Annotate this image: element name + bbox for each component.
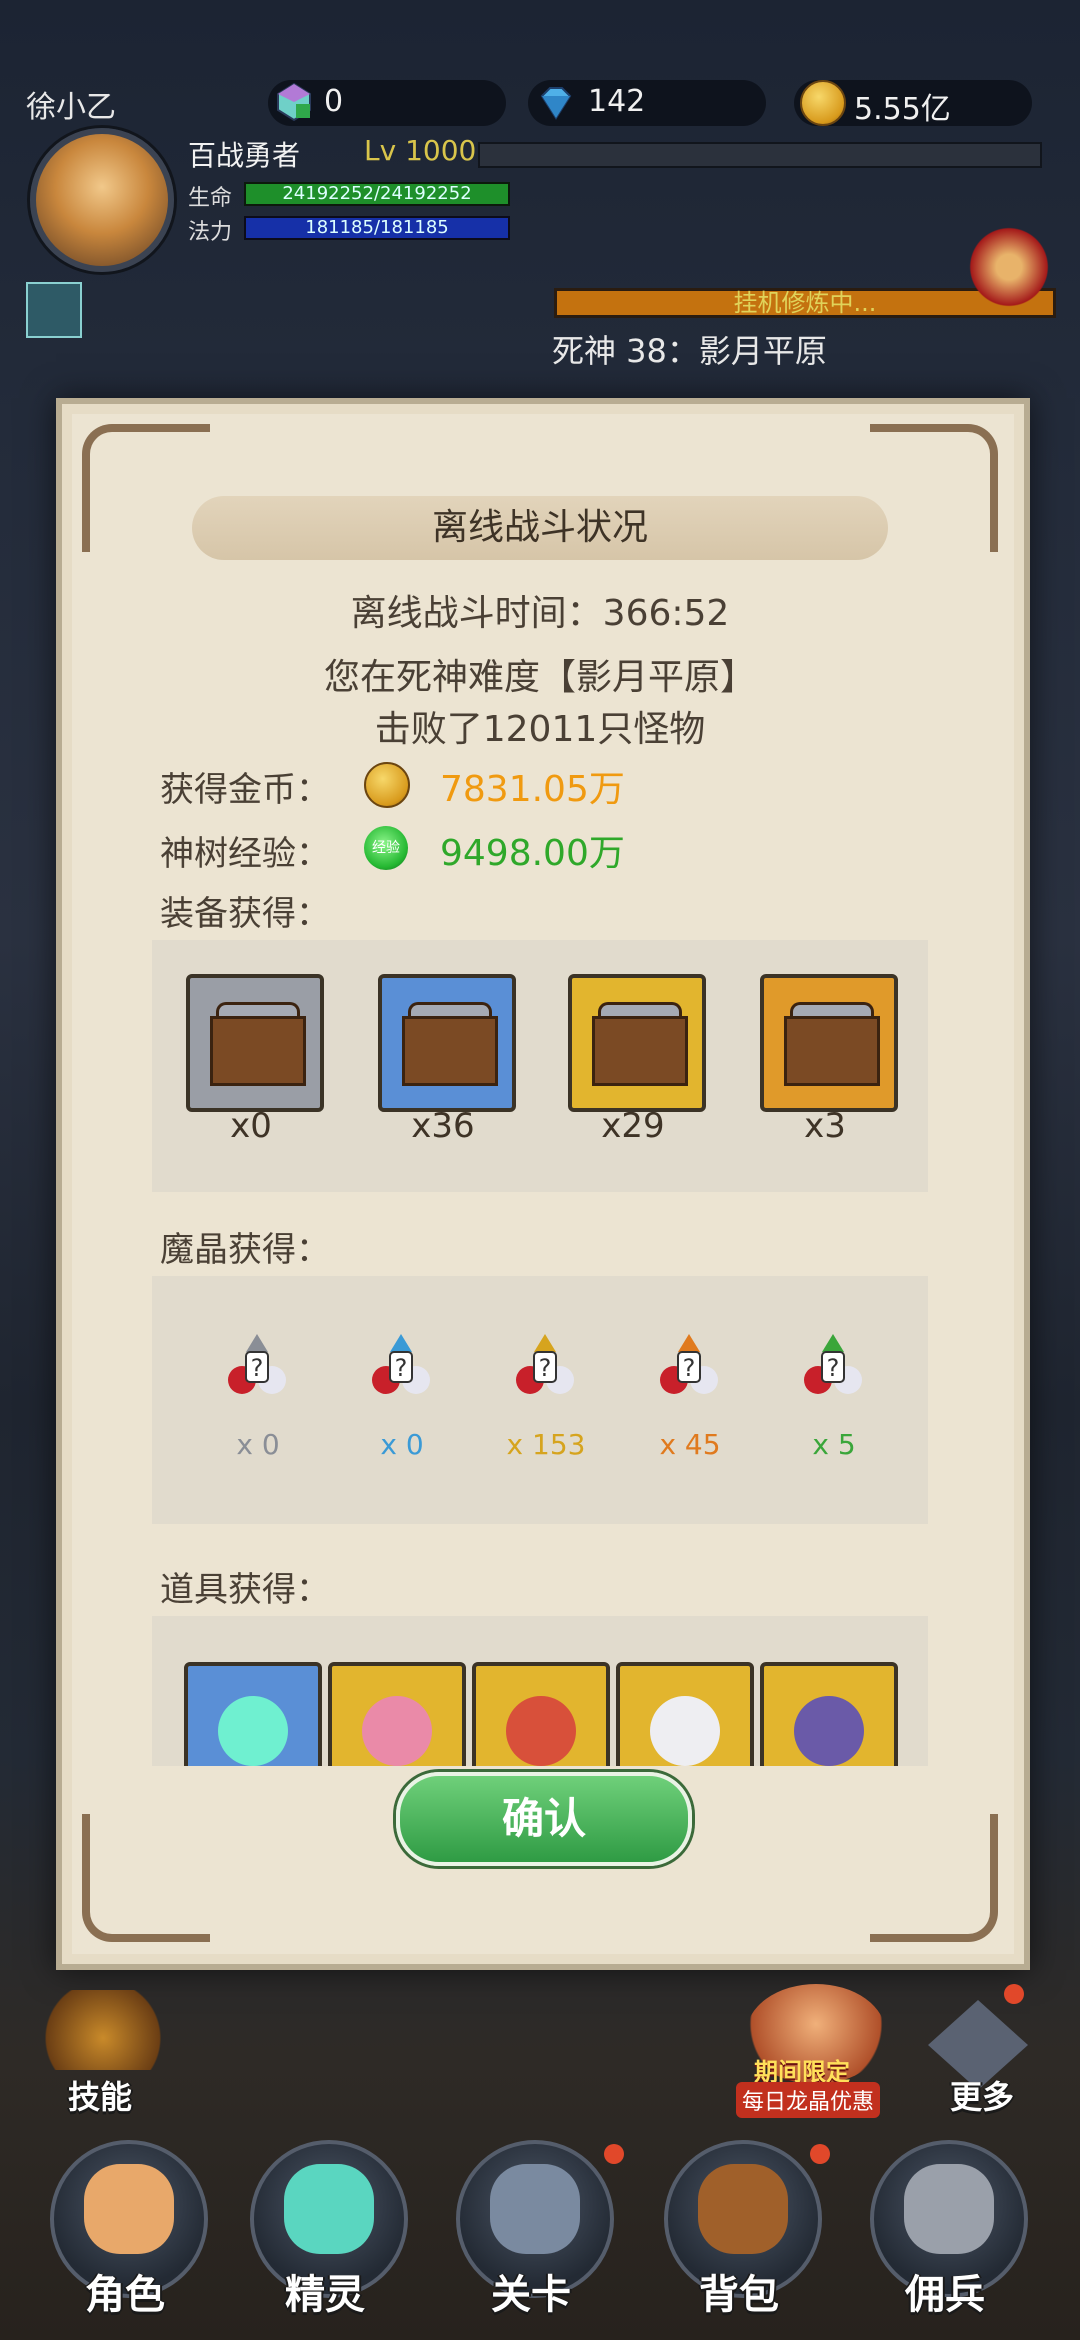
- ornament-corner: [82, 1814, 210, 1942]
- item-panel[interactable]: [152, 1616, 928, 1766]
- crystal-label: 魔晶获得：: [160, 1230, 330, 1270]
- gold-currency[interactable]: 5.55亿: [794, 80, 1032, 127]
- equipment-count: x3: [804, 1106, 846, 1146]
- ornament-corner: [870, 1814, 998, 1942]
- equipment-chest-icon[interactable]: [760, 974, 898, 1112]
- equipment-chest-icon[interactable]: [568, 974, 706, 1112]
- hp-label: 生命: [188, 186, 233, 211]
- more-button-label[interactable]: 更多: [950, 2072, 1014, 2118]
- red-swirl-icon[interactable]: [472, 1662, 610, 1766]
- confirm-button[interactable]: 确认: [396, 1772, 692, 1866]
- level-progress-bar: [478, 142, 1042, 168]
- crystal-icon: [277, 82, 311, 122]
- notification-dot: [604, 2144, 624, 2164]
- equipment-chest-icon[interactable]: [378, 974, 516, 1112]
- exp-reward: 9498.00万: [440, 833, 625, 874]
- nav-spirit-label[interactable]: 精灵: [285, 2262, 365, 2320]
- svg-text:?: ?: [683, 1354, 696, 1382]
- offline-time: 离线战斗时间：366:52: [350, 593, 730, 634]
- notification-dot: [1004, 1984, 1024, 2004]
- magic-crystal-icon[interactable]: ?: [222, 1330, 292, 1400]
- equip-label: 装备获得：: [160, 894, 330, 934]
- ornament-corner: [82, 424, 210, 552]
- notification-dot: [810, 2144, 830, 2164]
- magic-crystal-icon[interactable]: ?: [510, 1330, 580, 1400]
- gold-coin-icon: [800, 80, 846, 126]
- crystal-count: x 0: [380, 1428, 424, 1461]
- crystal-count: x 0: [236, 1428, 280, 1461]
- stage-gate-icon: [490, 2164, 580, 2254]
- diamond-value: 142: [588, 84, 646, 119]
- player-level: Lv 1000: [364, 134, 477, 167]
- hero-sprite: [964, 222, 1054, 312]
- nav-character-label[interactable]: 角色: [85, 2262, 165, 2320]
- promo-line2[interactable]: 每日龙晶优惠: [736, 2082, 881, 2118]
- crystal-panel: [152, 1276, 928, 1524]
- svg-text:?: ?: [251, 1354, 264, 1382]
- skill-book-icon[interactable]: [38, 1990, 168, 2070]
- stage-name: 死神 38：影月平原: [552, 332, 827, 370]
- purple-horn-icon[interactable]: [760, 1662, 898, 1766]
- player-title: 百战勇者: [188, 139, 301, 172]
- mp-label: 法力: [188, 220, 233, 245]
- hero-face-icon: [84, 2164, 174, 2254]
- magic-crystal-icon[interactable]: ?: [654, 1330, 724, 1400]
- crystal-count: x 5: [812, 1428, 856, 1461]
- hp-bar: 24192252/24192252: [244, 182, 510, 206]
- svg-text:?: ?: [539, 1354, 552, 1382]
- dialog-title: 离线战斗状况: [192, 496, 888, 560]
- player-name: 徐小乙: [26, 90, 116, 125]
- crystal-count: x 45: [659, 1428, 721, 1461]
- svg-text:?: ?: [827, 1354, 840, 1382]
- gold-label: 获得金币：: [160, 770, 330, 810]
- nav-backpack-label[interactable]: 背包: [699, 2262, 779, 2320]
- gold-coin-icon: [364, 762, 410, 808]
- difficulty-text: 您在死神难度【影月平原】: [323, 657, 756, 698]
- mp-bar: 181185/181185: [244, 216, 510, 240]
- nav-mercenary-label[interactable]: 佣兵: [905, 2262, 985, 2320]
- player-avatar[interactable]: [30, 128, 174, 272]
- magic-crystal-icon[interactable]: ?: [798, 1330, 868, 1400]
- equipment-count: x29: [601, 1106, 665, 1146]
- spirit-blob-icon: [284, 2164, 374, 2254]
- white-orb-icon[interactable]: [616, 1662, 754, 1766]
- exp-label: 神树经验：: [160, 834, 330, 874]
- equipment-count: x0: [230, 1106, 272, 1146]
- nav-stage-label[interactable]: 关卡: [491, 2262, 571, 2320]
- gold-reward: 7831.05万: [440, 769, 625, 810]
- knight-helmet-icon: [904, 2164, 994, 2254]
- crystal-count: x 153: [506, 1428, 586, 1461]
- green-flame-flower-icon[interactable]: [184, 1662, 322, 1766]
- gold-value: 5.55亿: [854, 92, 951, 127]
- crystal-value: 0: [324, 84, 344, 119]
- item-label: 道具获得：: [160, 1570, 330, 1610]
- magic-crystal-icon[interactable]: ?: [366, 1330, 436, 1400]
- ornament-corner: [870, 424, 998, 552]
- equipment-chest-icon[interactable]: [186, 974, 324, 1112]
- equipment-count: x36: [411, 1106, 475, 1146]
- diamond-icon: [540, 87, 572, 120]
- buff-icon[interactable]: [26, 282, 82, 338]
- pink-shuriken-icon[interactable]: [328, 1662, 466, 1766]
- kills-text: 击败了12011只怪物: [374, 709, 706, 750]
- skill-button-label[interactable]: 技能: [68, 2072, 132, 2118]
- svg-text:?: ?: [395, 1354, 408, 1382]
- diamond-currency[interactable]: 142: [528, 80, 766, 126]
- exp-orb-icon: 经验: [364, 826, 408, 870]
- crystal-currency[interactable]: 0: [268, 80, 506, 126]
- backpack-icon: [698, 2164, 788, 2254]
